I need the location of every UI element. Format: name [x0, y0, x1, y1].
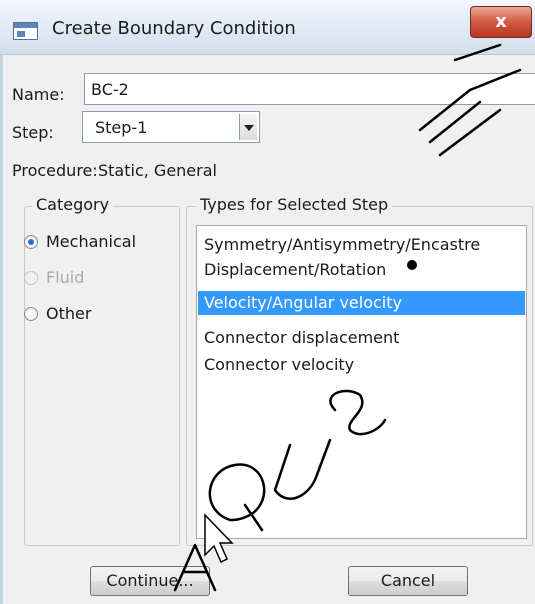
name-input[interactable]	[84, 73, 535, 105]
radio-fluid	[24, 271, 38, 285]
radio-mechanical-label[interactable]: Mechanical	[46, 232, 136, 251]
window-title: Create Boundary Condition	[52, 18, 296, 39]
name-label: Name:	[12, 85, 65, 104]
step-label: Step:	[12, 123, 54, 142]
list-item-displacement[interactable]: Displacement/Rotation	[198, 258, 525, 282]
radio-other-label[interactable]: Other	[46, 304, 91, 323]
category-group	[24, 206, 180, 546]
step-select-value: Step-1	[95, 118, 148, 137]
radio-mechanical[interactable]	[24, 235, 38, 249]
list-item-symmetry[interactable]: Symmetry/Antisymmetry/Encastre	[198, 233, 525, 257]
continue-button[interactable]: Continue...	[90, 566, 210, 596]
types-title: Types for Selected Step	[196, 195, 393, 214]
radio-fluid-label: Fluid	[46, 268, 85, 287]
step-select[interactable]: Step-1	[82, 111, 260, 143]
list-item-velocity[interactable]: Velocity/Angular velocity	[198, 291, 525, 315]
app-window-icon	[13, 22, 38, 40]
cancel-button[interactable]: Cancel	[348, 566, 468, 596]
close-button[interactable]: x	[470, 6, 532, 38]
chevron-down-icon[interactable]	[239, 114, 257, 140]
list-item-connector-displacement[interactable]: Connector displacement	[198, 326, 525, 350]
title-bar: Create Boundary Condition x	[0, 0, 535, 55]
radio-other[interactable]	[24, 307, 38, 321]
procedure-value: Static, General	[98, 161, 217, 180]
list-item-connector-velocity[interactable]: Connector velocity	[198, 353, 525, 377]
category-title: Category	[32, 195, 114, 214]
types-listbox[interactable]: Symmetry/Antisymmetry/Encastre Displacem…	[196, 225, 527, 539]
procedure-label: Procedure:	[12, 161, 98, 180]
